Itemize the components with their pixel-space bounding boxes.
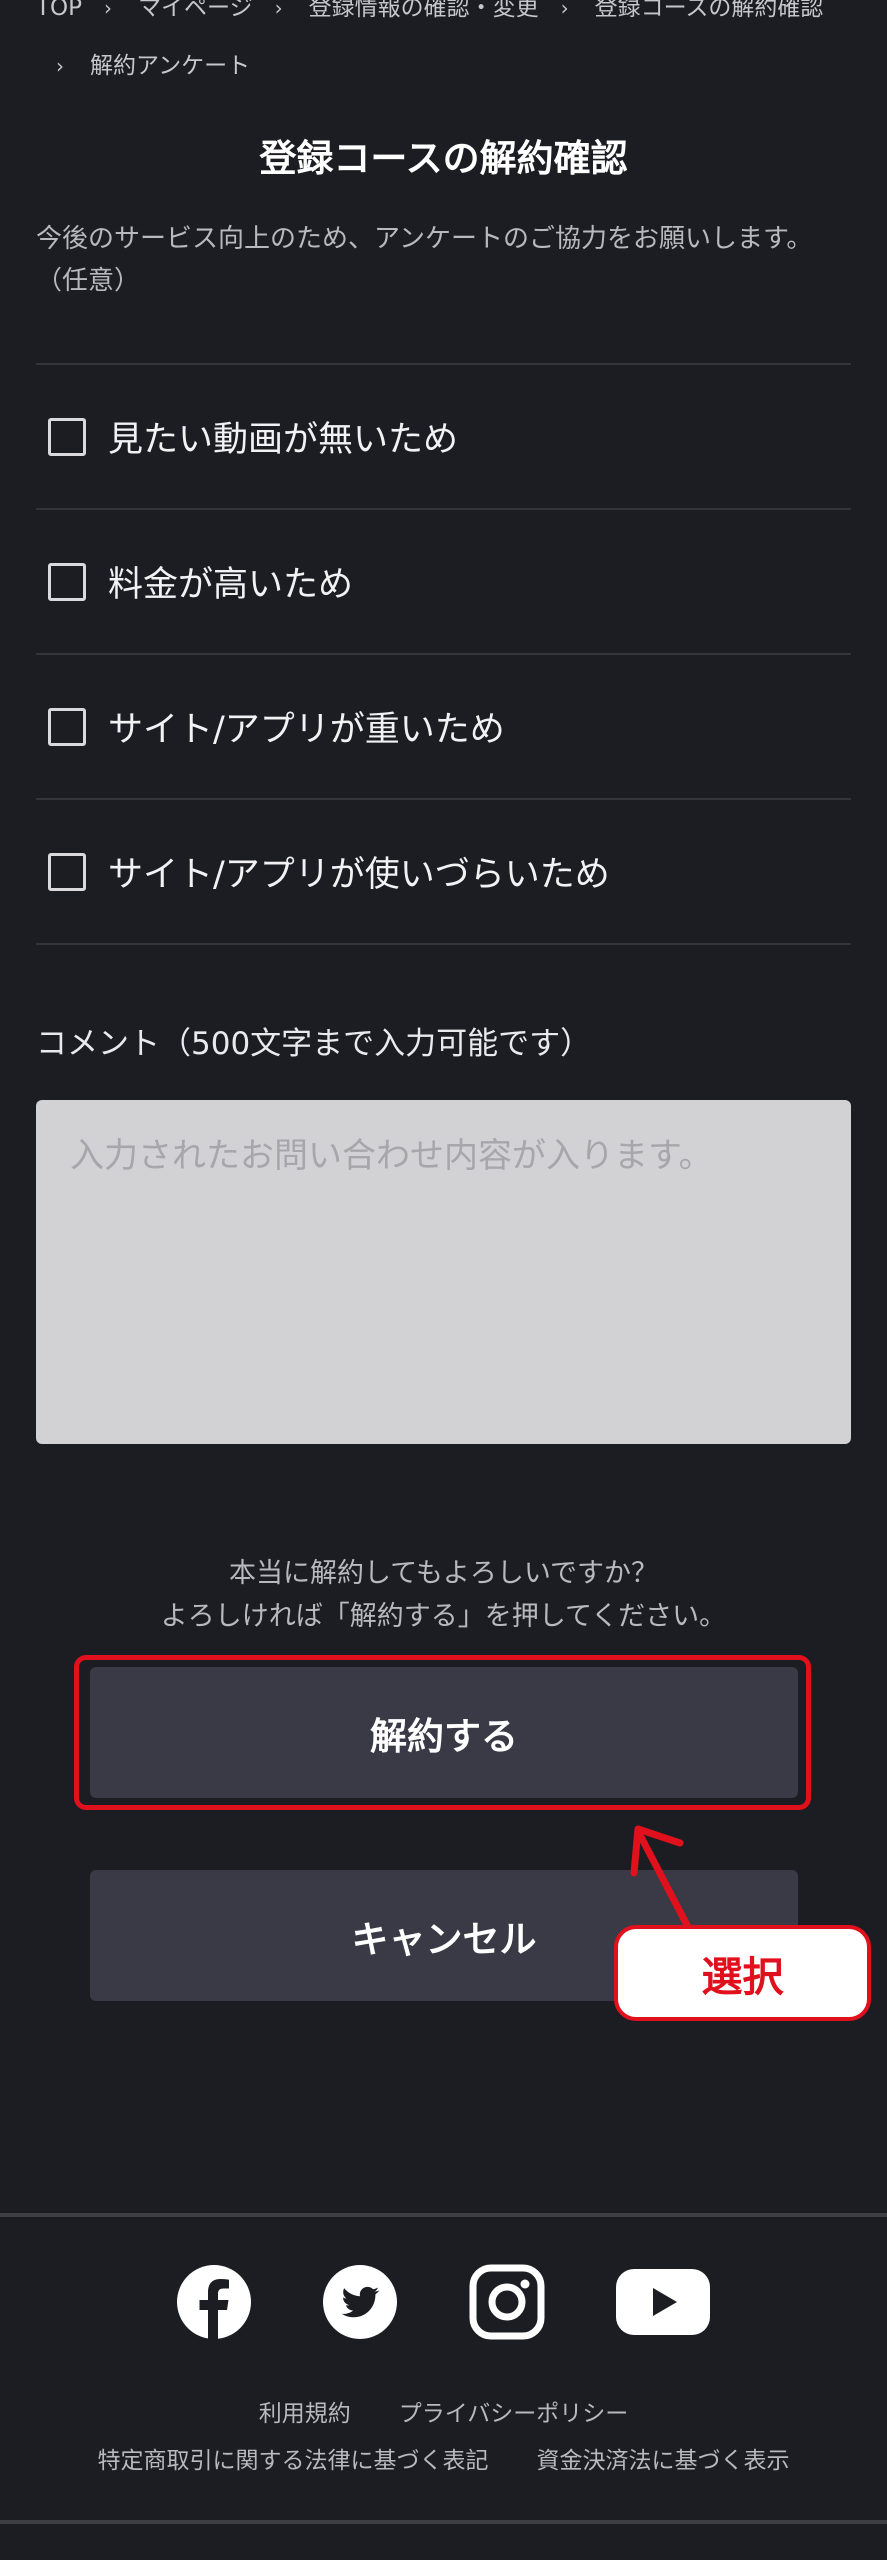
- breadcrumb-item-top[interactable]: TOP: [36, 0, 82, 21]
- survey-options: 見たい動画が無いため 料金が高いため サイト/アプリが重いため サイト/アプリが…: [36, 363, 851, 945]
- survey-option-label: サイト/アプリが重いため: [108, 710, 505, 750]
- survey-option-label: 見たい動画が無いため: [108, 420, 459, 460]
- chevron-right-icon: ›: [56, 54, 64, 78]
- chevron-right-icon: ›: [560, 0, 569, 20]
- footer-divider: [0, 2213, 887, 2217]
- breadcrumb-item-cancel-confirm[interactable]: 登録コースの解約確認: [595, 0, 824, 21]
- instagram-icon[interactable]: [469, 2263, 545, 2341]
- breadcrumb-item-account-info[interactable]: 登録情報の確認・変更: [309, 0, 539, 21]
- survey-option-label: 料金が高いため: [108, 565, 354, 605]
- breadcrumb-row: › 解約アンケート: [56, 46, 250, 80]
- confirm-message: 本当に解約してもよろしいですか？ よろしければ「解約する」を押してください。: [0, 1552, 887, 1638]
- footer-links: 特定商取引に関する法律に基づく表記 資金決済法に基づく表示: [0, 2441, 887, 2475]
- checkbox[interactable]: [48, 562, 86, 601]
- survey-option-no-content[interactable]: 見たい動画が無いため: [36, 365, 851, 510]
- breadcrumb-item-survey: 解約アンケート: [90, 53, 251, 79]
- checkbox[interactable]: [48, 417, 86, 456]
- terms-link[interactable]: 利用規約: [259, 2401, 351, 2427]
- survey-option-slow[interactable]: サイト/アプリが重いため: [36, 655, 851, 800]
- survey-option-label: サイト/アプリが使いづらいため: [108, 855, 610, 895]
- comment-textarea[interactable]: [36, 1100, 851, 1444]
- chevron-right-icon: ›: [274, 0, 283, 20]
- comment-label: コメント（500文字まで入力可能です）: [36, 1026, 592, 1062]
- survey-option-price[interactable]: 料金が高いため: [36, 510, 851, 655]
- twitter-icon[interactable]: [322, 2263, 398, 2341]
- facebook-icon[interactable]: [176, 2263, 252, 2341]
- survey-option-hard-to-use[interactable]: サイト/アプリが使いづらいため: [36, 800, 851, 945]
- confirm-message-line: よろしければ「解約する」を押してください。: [160, 1601, 727, 1632]
- footer-links: 利用規約 プライバシーポリシー: [0, 2394, 887, 2428]
- footer-divider: [0, 2520, 887, 2524]
- breadcrumb-item-mypage[interactable]: マイページ: [138, 0, 253, 21]
- confirm-message-line: 本当に解約してもよろしいですか？: [228, 1558, 659, 1589]
- privacy-policy-link[interactable]: プライバシーポリシー: [399, 2401, 629, 2427]
- annotation-highlight-box: [74, 1655, 811, 1810]
- annotation-arrow-icon: [630, 1825, 692, 1931]
- youtube-icon[interactable]: [615, 2263, 711, 2341]
- survey-lead-text: 今後のサービス向上のため、アンケートのご協力をお願いします。（任意）: [36, 224, 813, 296]
- commercial-transactions-link[interactable]: 特定商取引に関する法律に基づく表記: [98, 2448, 489, 2474]
- breadcrumb-row: TOP › マイページ › 登録情報の確認・変更 › 登録コースの解約確認: [36, 0, 823, 22]
- annotation-callout: 選択: [614, 1925, 871, 2021]
- checkbox[interactable]: [48, 707, 86, 746]
- checkbox[interactable]: [48, 852, 86, 891]
- payment-services-link[interactable]: 資金決済法に基づく表示: [537, 2448, 790, 2474]
- page-title: 登録コースの解約確認: [259, 137, 628, 180]
- chevron-right-icon: ›: [104, 0, 113, 20]
